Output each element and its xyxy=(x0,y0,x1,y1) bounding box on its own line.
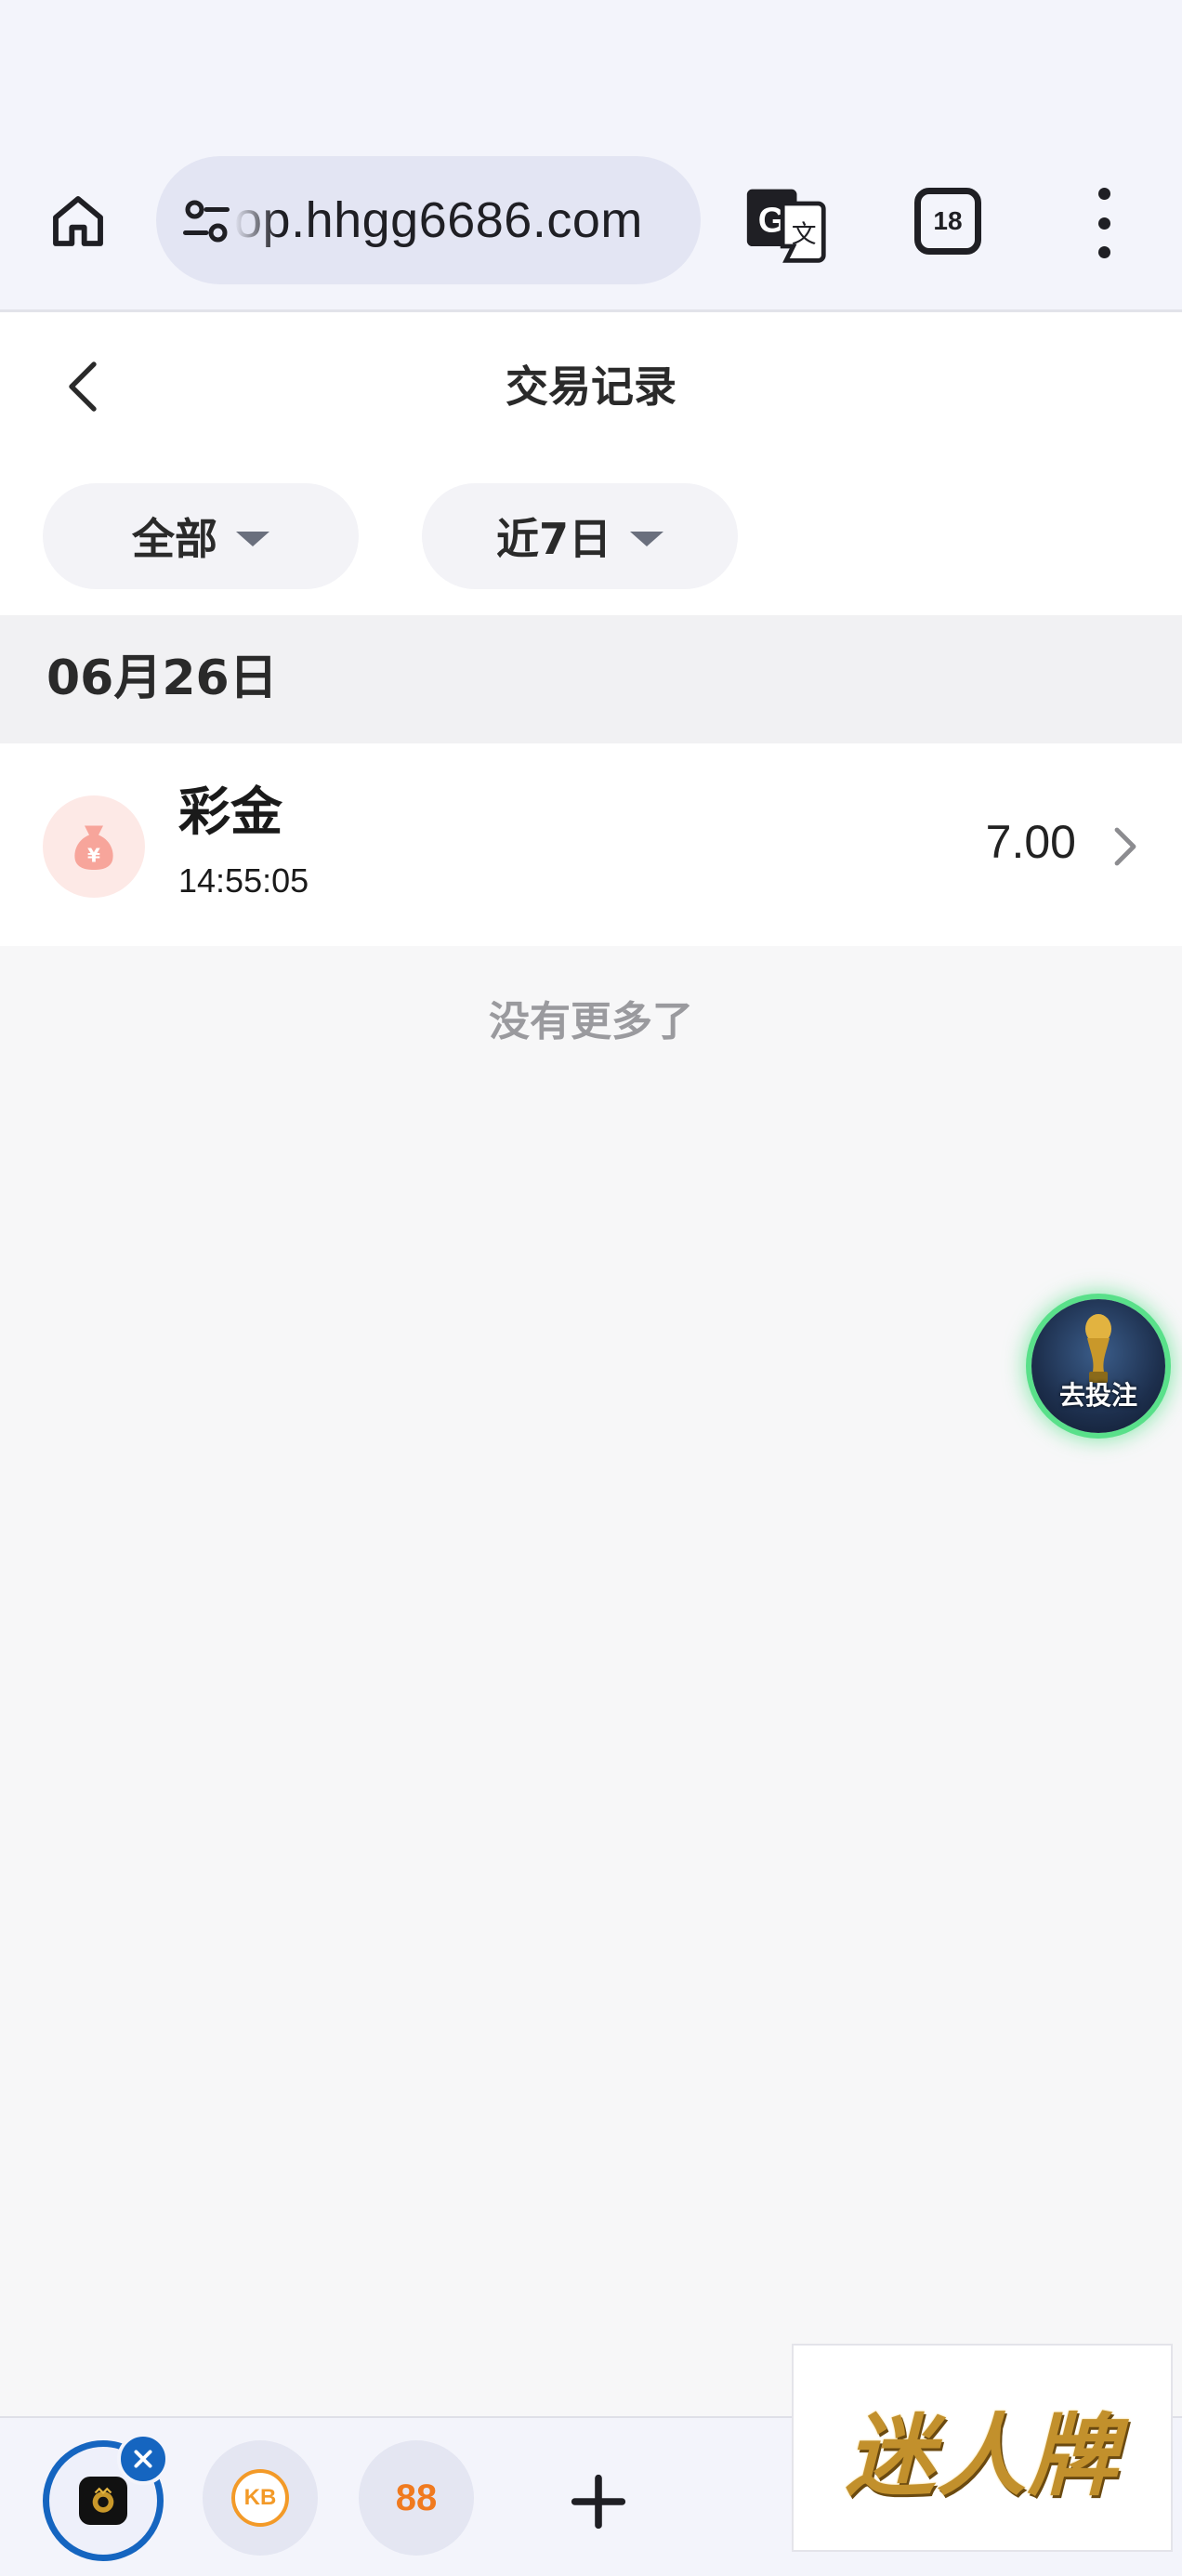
page-header: 交易记录 全部 近7日 xyxy=(0,312,1182,615)
transaction-title: 彩金 xyxy=(178,782,282,843)
transaction-time: 14:55:05 xyxy=(178,861,309,900)
close-icon xyxy=(134,2450,152,2468)
address-bar[interactable]: op.hhgg6686.com xyxy=(156,156,701,284)
caret-down-icon xyxy=(236,532,269,546)
url-fade xyxy=(234,156,277,284)
tab-88-label: 88 xyxy=(395,2477,438,2518)
transaction-amount: 7.00 xyxy=(985,816,1076,868)
bet-promo-button[interactable]: 去投注 xyxy=(1031,1299,1165,1433)
date-range-label: 近7日 xyxy=(495,514,611,564)
home-icon xyxy=(53,196,103,246)
home-button[interactable] xyxy=(41,184,115,258)
site-favicon-icon xyxy=(79,2477,127,2525)
transaction-row[interactable]: ¥ 彩金 14:55:05 7.00 xyxy=(0,743,1182,946)
browser-toolbar: op.hhgg6686.com G 文 18 xyxy=(0,139,1182,312)
add-tab-icon[interactable] xyxy=(563,2466,634,2537)
svg-text:¥: ¥ xyxy=(87,844,100,866)
translate-icon: G 文 xyxy=(746,189,826,263)
status-bar xyxy=(0,0,1182,139)
watermark-text: 迷人牌 xyxy=(846,2402,1119,2508)
date-range-dropdown[interactable]: 近7日 xyxy=(422,483,738,589)
bet-promo-label: 去投注 xyxy=(1058,1380,1137,1411)
end-of-list-text: 没有更多了 xyxy=(489,998,693,1045)
chevron-right-icon xyxy=(1114,827,1136,866)
menu-dot-icon xyxy=(1097,217,1110,230)
page-title: 交易记录 xyxy=(506,361,676,412)
date-label: 06月26日 xyxy=(46,651,278,706)
trophy-icon xyxy=(1085,1314,1111,1383)
watermark-logo: 迷人牌 xyxy=(792,2344,1173,2552)
money-bag-icon: ¥ xyxy=(43,795,145,898)
translate-button[interactable]: G 文 xyxy=(743,182,829,268)
close-tab-button[interactable] xyxy=(117,2433,169,2485)
tab-88[interactable]: 88 xyxy=(359,2440,474,2556)
kb-favicon-icon: KB xyxy=(231,2469,289,2527)
more-menu-button[interactable] xyxy=(1082,188,1126,258)
menu-dot-icon xyxy=(1097,246,1110,258)
type-filter-label: 全部 xyxy=(132,514,217,564)
tab-kb[interactable]: KB xyxy=(203,2440,318,2556)
tab-switcher-button[interactable]: 18 xyxy=(914,188,981,255)
site-settings-icon[interactable] xyxy=(178,193,234,249)
url-text[interactable]: op.hhgg6686.com xyxy=(234,190,643,251)
type-filter-dropdown[interactable]: 全部 xyxy=(43,483,359,589)
svg-text:文: 文 xyxy=(792,220,817,249)
caret-down-icon xyxy=(630,532,663,546)
date-section-header: 06月26日 xyxy=(0,615,1182,743)
menu-dot-icon xyxy=(1097,188,1110,200)
